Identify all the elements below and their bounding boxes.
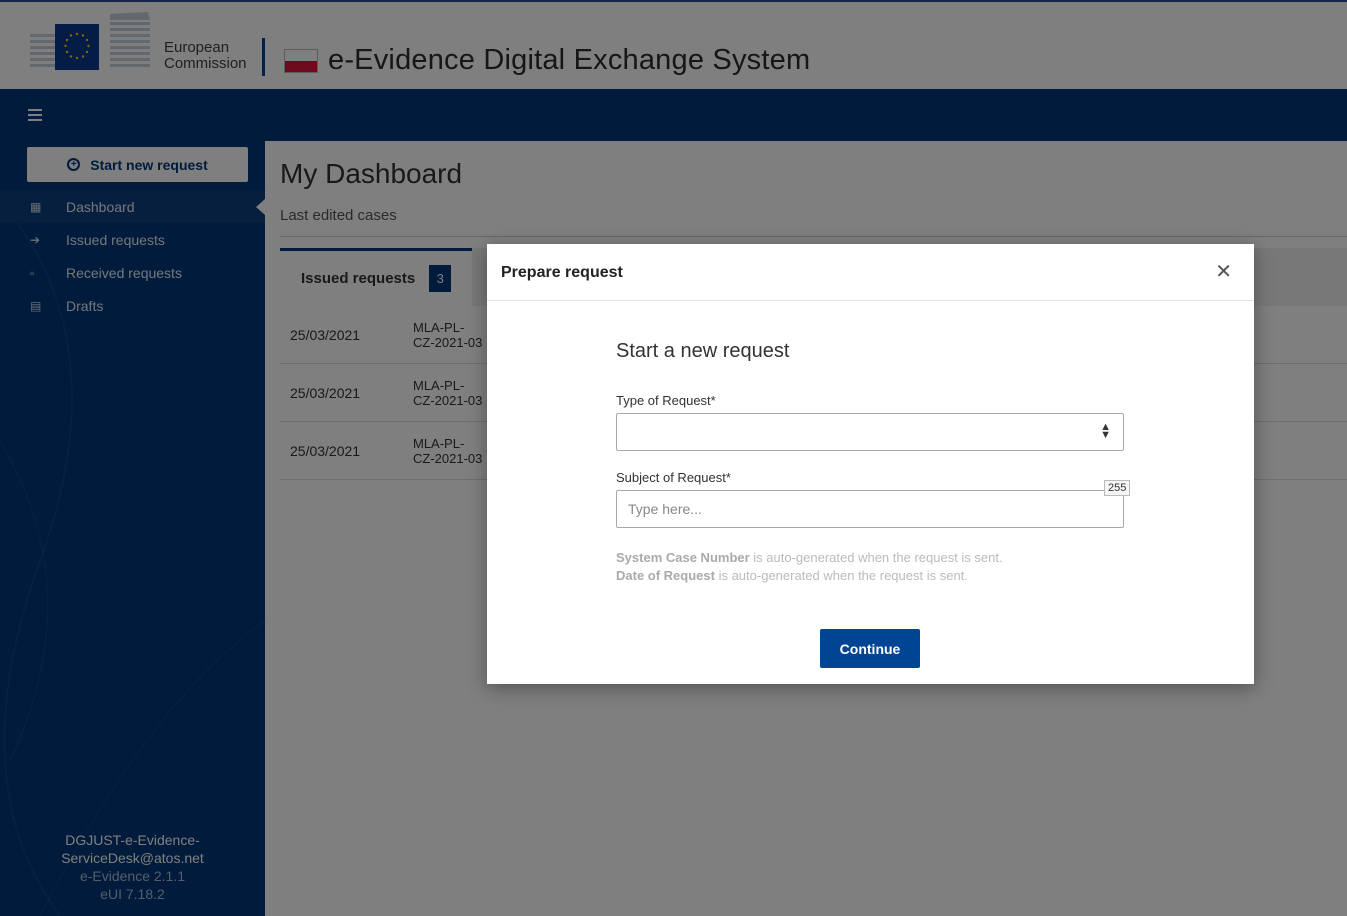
hint-system-case-number: System Case Number is auto-generated whe… — [616, 550, 1003, 565]
hint-date-of-request: Date of Request is auto-generated when t… — [616, 568, 968, 583]
prepare-request-dialog: Prepare request ✕ Start a new request Ty… — [487, 244, 1254, 684]
subject-of-request-input[interactable] — [616, 490, 1124, 528]
type-of-request-select[interactable]: ▲ ▼ — [616, 413, 1124, 451]
hint-text: is auto-generated when the request is se… — [714, 568, 968, 583]
character-counter: 255 — [1104, 480, 1131, 496]
subject-of-request-label: Subject of Request* — [616, 470, 731, 485]
sort-arrows-icon: ▲ ▼ — [1100, 421, 1111, 441]
close-icon[interactable]: ✕ — [1215, 262, 1232, 282]
section-title: Start a new request — [616, 340, 790, 362]
hint-bold: Date of Request — [616, 568, 715, 583]
hint-text: is auto-generated when the request is se… — [749, 550, 1003, 565]
type-of-request-label: Type of Request* — [616, 393, 716, 408]
dialog-title: Prepare request — [501, 264, 623, 281]
hint-bold: System Case Number — [616, 550, 750, 565]
continue-button[interactable]: Continue — [820, 629, 920, 668]
dialog-header: Prepare request ✕ — [487, 244, 1254, 301]
